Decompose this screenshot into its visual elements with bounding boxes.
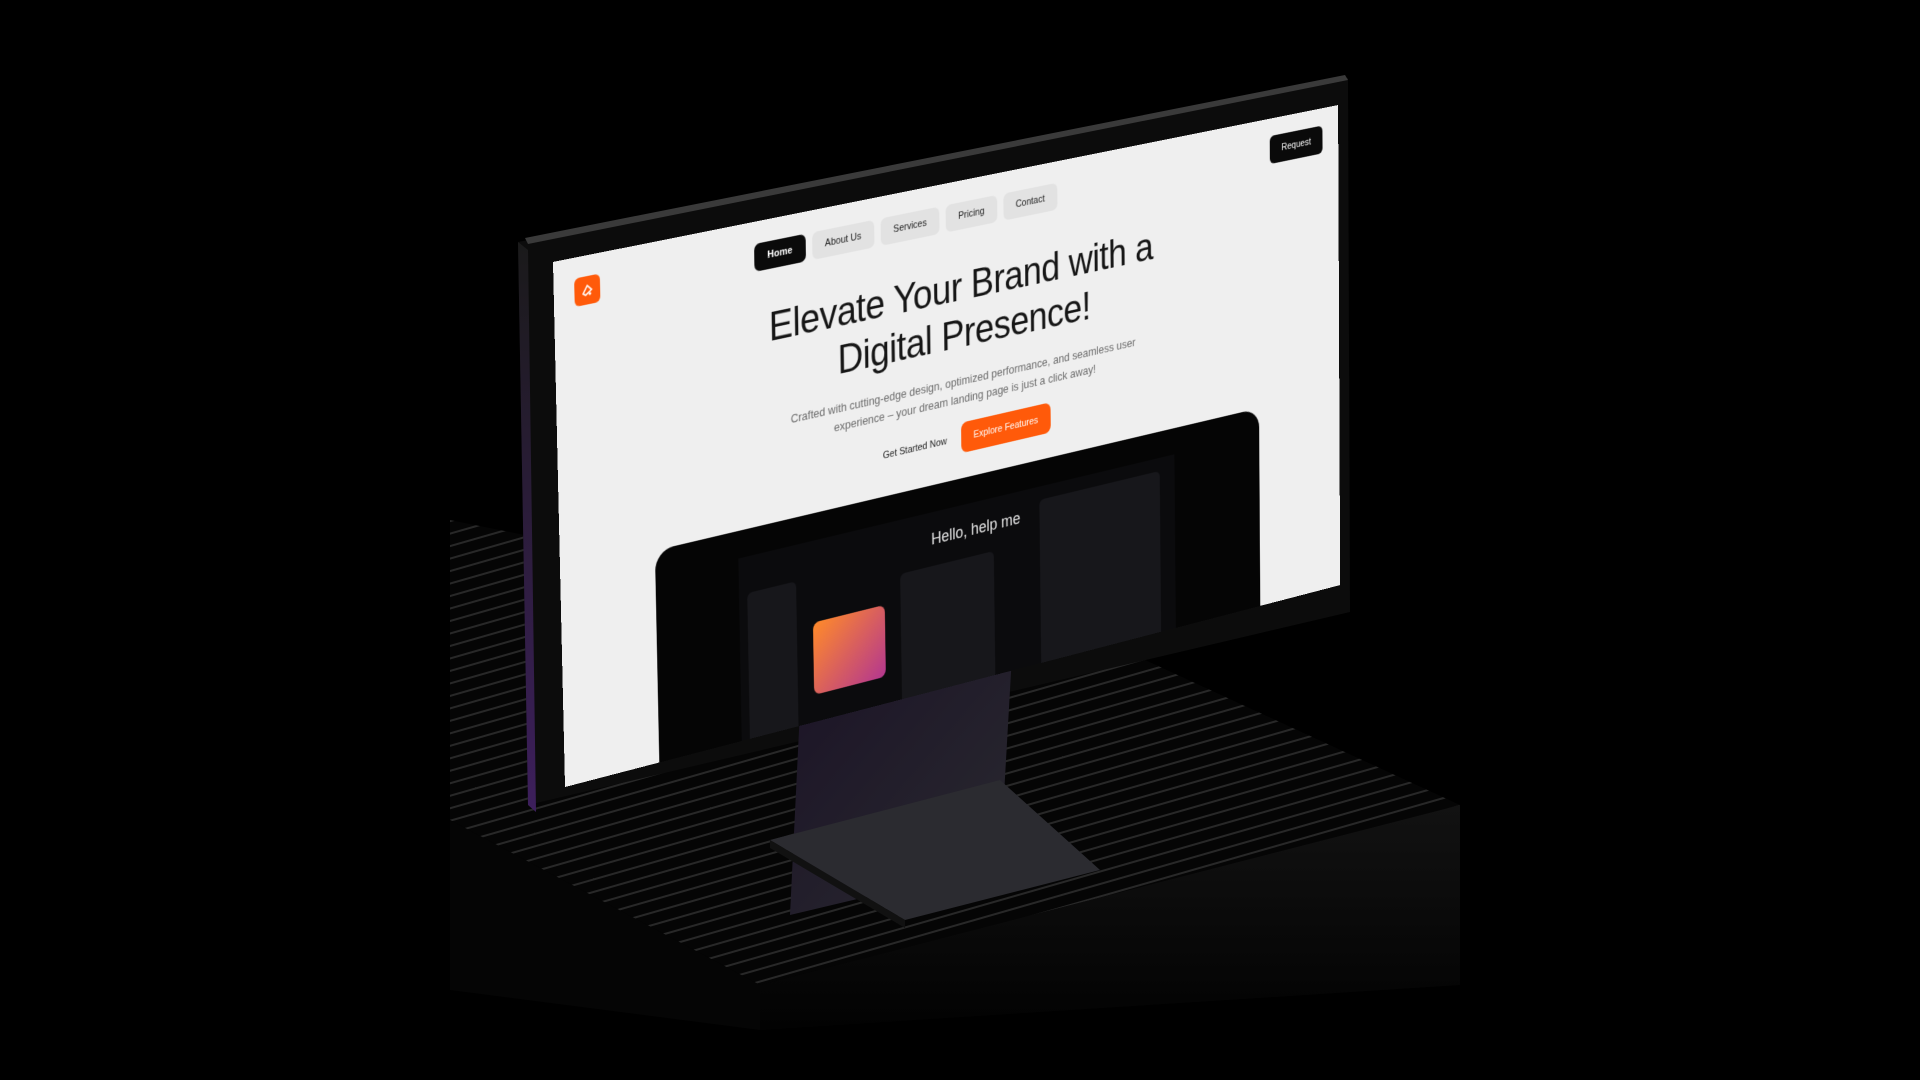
preview-sidebar (747, 581, 799, 748)
nav-contact[interactable]: Contact (1003, 182, 1058, 221)
mockup-scene: Home About Us Services Pricing Contact R… (0, 0, 1920, 1080)
nav-about-us[interactable]: About Us (811, 219, 875, 261)
preview-hello-text: Hello, help me (931, 508, 1021, 549)
brand-logo[interactable] (574, 273, 601, 308)
nav-home[interactable]: Home (754, 233, 806, 272)
get-started-link[interactable]: Get Started Now (883, 436, 947, 462)
nav-services[interactable]: Services (880, 206, 940, 246)
explore-features-button[interactable]: Explore Features (960, 402, 1051, 454)
brand-logo-icon (580, 281, 594, 299)
preview-card (812, 604, 886, 695)
request-button[interactable]: Request (1269, 125, 1323, 165)
nav-pricing[interactable]: Pricing (945, 194, 998, 233)
